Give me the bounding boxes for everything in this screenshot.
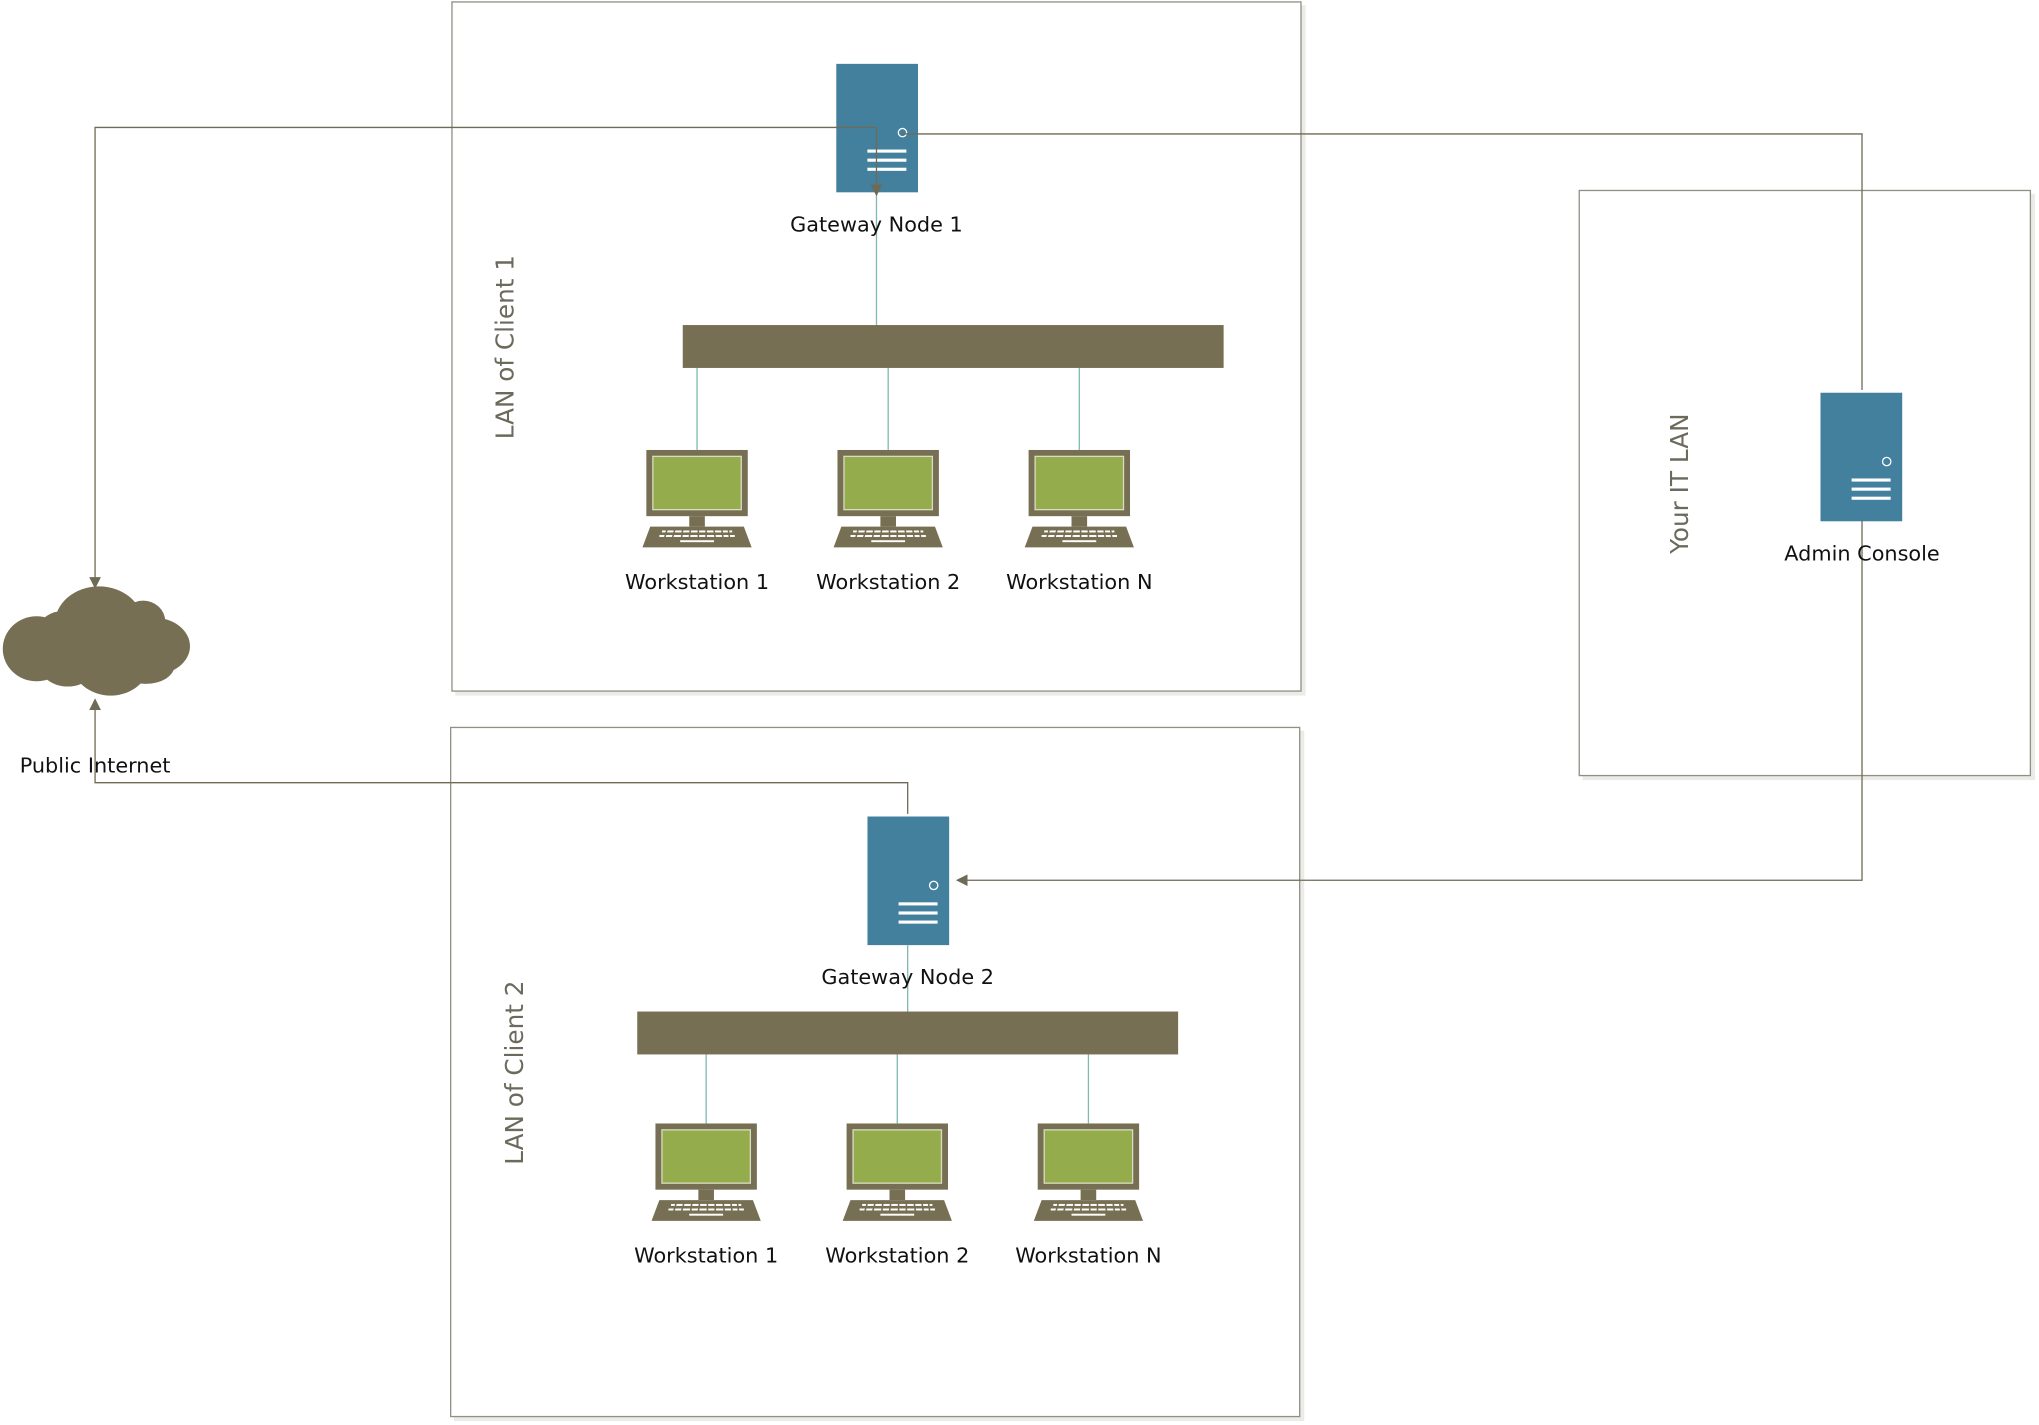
zone-client2-label: LAN of Client 2 [500,981,529,1165]
server-icon-gateway2[interactable] [867,817,949,946]
workstation-icon[interactable] [652,1123,761,1221]
internet-label: Public Internet [20,753,171,777]
workstation-icon[interactable] [843,1123,952,1221]
workstation-icon[interactable] [1025,450,1134,548]
network-switch-bar-client2 [637,1011,1179,1055]
workstation-label: Workstation N [1006,570,1152,594]
workstation-label: Workstation 1 [634,1243,778,1267]
workstation-icon[interactable] [1034,1123,1143,1221]
network-switch-bar-client1 [682,325,1224,368]
workstation-label: Workstation N [1015,1243,1161,1267]
gateway1-label: Gateway Node 1 [790,212,963,236]
gateway2-label: Gateway Node 2 [821,965,994,989]
network-diagram: LAN of Client 1 LAN of Client 2 Your IT … [2,1,2035,1422]
zone-it-label: Your IT LAN [1665,413,1694,554]
zone-client1-label: LAN of Client 1 [491,255,520,439]
cloud-icon[interactable] [2,586,190,696]
zone-it-lan: Your IT LAN [1578,189,2035,781]
server-icon-admin[interactable] [1820,393,1902,522]
workstation-icon[interactable] [834,450,943,548]
workstation-label: Workstation 2 [825,1243,969,1267]
workstation-icon[interactable] [642,450,751,548]
workstation-label: Workstation 2 [816,570,960,594]
admin-label: Admin Console [1784,541,1939,565]
workstation-label: Workstation 1 [625,570,769,594]
